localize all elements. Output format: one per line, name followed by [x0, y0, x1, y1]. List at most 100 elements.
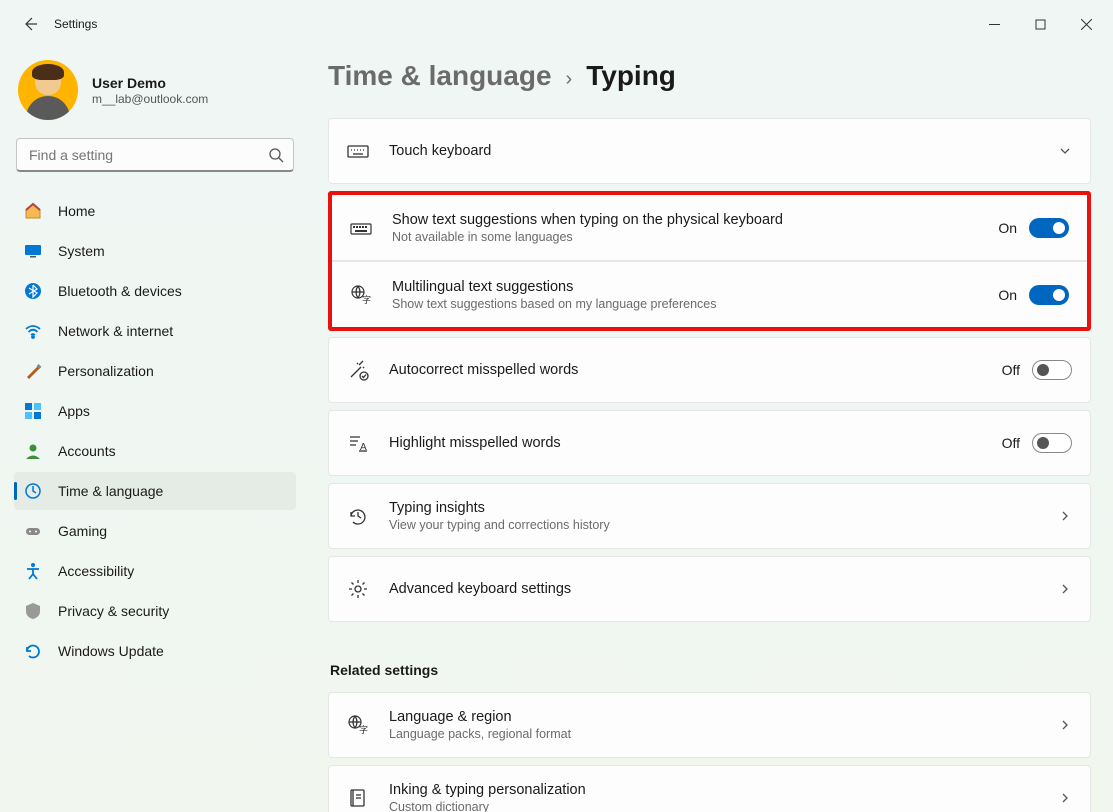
dictionary-icon — [347, 787, 369, 809]
toggle-state-label: Off — [1002, 435, 1020, 451]
sidebar-item-home[interactable]: Home — [14, 192, 296, 230]
setting-title: Typing insights — [389, 500, 1038, 516]
toggle-state-label: On — [998, 287, 1017, 303]
maximize-button[interactable] — [1017, 8, 1063, 40]
highlighted-settings-group: Show text suggestions when typing on the… — [328, 191, 1091, 331]
globe-character-icon: 字 — [350, 284, 372, 306]
setting-title: Touch keyboard — [389, 143, 1038, 159]
setting-title: Show text suggestions when typing on the… — [392, 212, 978, 228]
setting-typing-insights[interactable]: Typing insights View your typing and cor… — [328, 483, 1091, 549]
chevron-down-icon — [1058, 144, 1072, 158]
sidebar-item-time-language[interactable]: Time & language — [14, 472, 296, 510]
setting-advanced-keyboard[interactable]: Advanced keyboard settings — [328, 556, 1091, 622]
sidebar: User Demo m__lab@outlook.com Home System… — [0, 48, 310, 812]
setting-title: Language & region — [389, 709, 1038, 725]
sidebar-item-label: Network & internet — [58, 323, 173, 339]
related-settings-heading: Related settings — [330, 662, 1091, 678]
sidebar-item-label: Personalization — [58, 363, 154, 379]
toggle-state-label: Off — [1002, 362, 1020, 378]
close-button[interactable] — [1063, 8, 1109, 40]
sidebar-item-label: Windows Update — [58, 643, 164, 659]
home-icon — [24, 202, 42, 220]
svg-text:字: 字 — [362, 294, 371, 305]
related-inking-typing[interactable]: Inking & typing personalization Custom d… — [328, 765, 1091, 812]
sidebar-item-update[interactable]: Windows Update — [14, 632, 296, 670]
chevron-right-icon — [1058, 509, 1072, 523]
main-content: Time & language › Typing Touch keyboard — [310, 48, 1113, 812]
search-icon — [268, 147, 284, 163]
profile-name: User Demo — [92, 75, 208, 91]
sidebar-item-accounts[interactable]: Accounts — [14, 432, 296, 470]
breadcrumb-parent[interactable]: Time & language — [328, 60, 552, 92]
chevron-right-icon — [1058, 791, 1072, 805]
window-title: Settings — [54, 17, 97, 31]
apps-icon — [24, 402, 42, 420]
clock-globe-icon — [24, 482, 42, 500]
keyboard-icon — [347, 140, 369, 162]
accessibility-icon — [24, 562, 42, 580]
person-icon — [24, 442, 42, 460]
update-icon — [24, 642, 42, 660]
gear-icon — [347, 578, 369, 600]
chevron-right-icon — [1058, 718, 1072, 732]
setting-autocorrect: Autocorrect misspelled words Off — [328, 337, 1091, 403]
sidebar-item-label: Apps — [58, 403, 90, 419]
setting-title: Advanced keyboard settings — [389, 581, 1038, 597]
sidebar-item-gaming[interactable]: Gaming — [14, 512, 296, 550]
sidebar-item-accessibility[interactable]: Accessibility — [14, 552, 296, 590]
setting-multilingual: 字 Multilingual text suggestions Show tex… — [332, 261, 1087, 327]
gamepad-icon — [24, 522, 42, 540]
profile-block[interactable]: User Demo m__lab@outlook.com — [10, 54, 300, 138]
highlight-text-icon: A — [347, 432, 369, 454]
setting-title: Multilingual text suggestions — [392, 279, 978, 295]
sidebar-item-label: Bluetooth & devices — [58, 283, 182, 299]
sidebar-item-label: Accessibility — [58, 563, 134, 579]
toggle-highlight-misspelled[interactable] — [1032, 433, 1072, 453]
toggle-text-suggestions[interactable] — [1029, 218, 1069, 238]
chevron-right-icon: › — [566, 68, 573, 91]
toggle-multilingual[interactable] — [1029, 285, 1069, 305]
history-icon — [347, 505, 369, 527]
related-language-region[interactable]: 字 Language & region Language packs, regi… — [328, 692, 1091, 758]
sidebar-item-personalization[interactable]: Personalization — [14, 352, 296, 390]
setting-highlight-misspelled: A Highlight misspelled words Off — [328, 410, 1091, 476]
sidebar-item-label: Gaming — [58, 523, 107, 539]
chevron-right-icon — [1058, 582, 1072, 596]
breadcrumb: Time & language › Typing — [328, 60, 1091, 92]
sidebar-item-label: Privacy & security — [58, 603, 169, 619]
toggle-autocorrect[interactable] — [1032, 360, 1072, 380]
setting-desc: Language packs, regional format — [389, 727, 1038, 741]
shield-icon — [24, 602, 42, 620]
setting-desc: View your typing and corrections history — [389, 518, 1038, 532]
setting-desc: Custom dictionary — [389, 800, 1038, 812]
sidebar-item-label: Accounts — [58, 443, 116, 459]
setting-touch-keyboard[interactable]: Touch keyboard — [328, 118, 1091, 184]
profile-email: m__lab@outlook.com — [92, 92, 208, 106]
setting-desc: Not available in some languages — [392, 230, 978, 244]
sidebar-item-label: Home — [58, 203, 95, 219]
back-button[interactable] — [22, 16, 38, 32]
toggle-state-label: On — [998, 220, 1017, 236]
brush-icon — [24, 362, 42, 380]
sidebar-item-privacy[interactable]: Privacy & security — [14, 592, 296, 630]
sidebar-item-label: Time & language — [58, 483, 163, 499]
setting-text-suggestions: Show text suggestions when typing on the… — [332, 195, 1087, 261]
wand-check-icon — [347, 359, 369, 381]
sidebar-item-system[interactable]: System — [14, 232, 296, 270]
bluetooth-icon — [24, 282, 42, 300]
sidebar-item-label: System — [58, 243, 105, 259]
system-icon — [24, 242, 42, 260]
titlebar: Settings — [0, 0, 1113, 48]
setting-desc: Show text suggestions based on my langua… — [392, 297, 978, 311]
avatar — [18, 60, 78, 120]
physical-keyboard-icon — [350, 217, 372, 239]
sidebar-item-apps[interactable]: Apps — [14, 392, 296, 430]
sidebar-item-bluetooth[interactable]: Bluetooth & devices — [14, 272, 296, 310]
svg-text:字: 字 — [359, 724, 368, 735]
sidebar-item-network[interactable]: Network & internet — [14, 312, 296, 350]
search-input[interactable] — [16, 138, 294, 172]
minimize-button[interactable] — [971, 8, 1017, 40]
wifi-icon — [24, 322, 42, 340]
setting-title: Inking & typing personalization — [389, 782, 1038, 798]
setting-title: Autocorrect misspelled words — [389, 362, 982, 378]
